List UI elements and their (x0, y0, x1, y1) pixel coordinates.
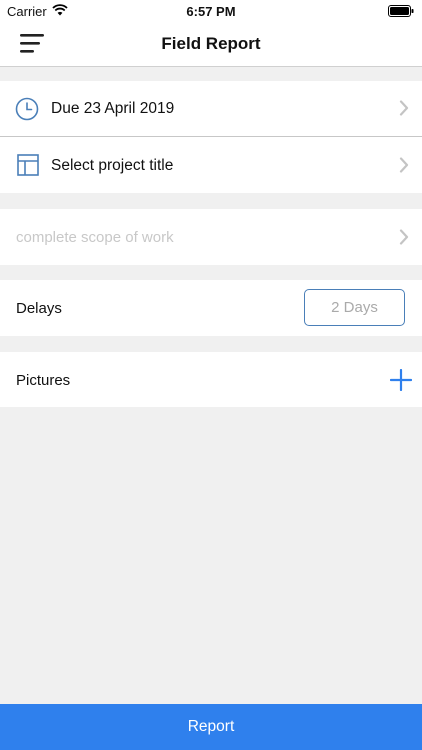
status-bar: Carrier 6:57 PM (0, 0, 422, 22)
page-title: Field Report (161, 34, 261, 53)
chevron-right-icon (399, 157, 409, 178)
due-date-label: Due 23 April 2019 (51, 100, 175, 117)
delays-label: Delays (16, 300, 62, 317)
project-title-label: Select project title (51, 157, 174, 174)
delays-row: Delays 2 Days (0, 280, 422, 336)
status-time: 6:57 PM (186, 4, 236, 19)
pictures-label: Pictures (16, 372, 71, 389)
layout-icon (17, 154, 39, 181)
due-date-row[interactable]: Due 23 April 2019 (0, 81, 422, 136)
clock-icon (15, 97, 39, 126)
delays-days-field[interactable]: 2 Days (304, 289, 405, 326)
chevron-right-icon (399, 100, 409, 121)
chevron-right-icon (399, 229, 409, 250)
battery-icon (388, 5, 414, 20)
project-title-row[interactable]: Select project title (0, 137, 422, 193)
add-picture-icon[interactable] (389, 368, 413, 396)
report-button[interactable]: Report (0, 704, 422, 750)
scope-of-work-placeholder: complete scope of work (16, 229, 174, 246)
pictures-row: Pictures (0, 352, 422, 407)
nav-bar: Field Report (0, 22, 422, 67)
scope-of-work-row[interactable]: complete scope of work (0, 209, 422, 265)
